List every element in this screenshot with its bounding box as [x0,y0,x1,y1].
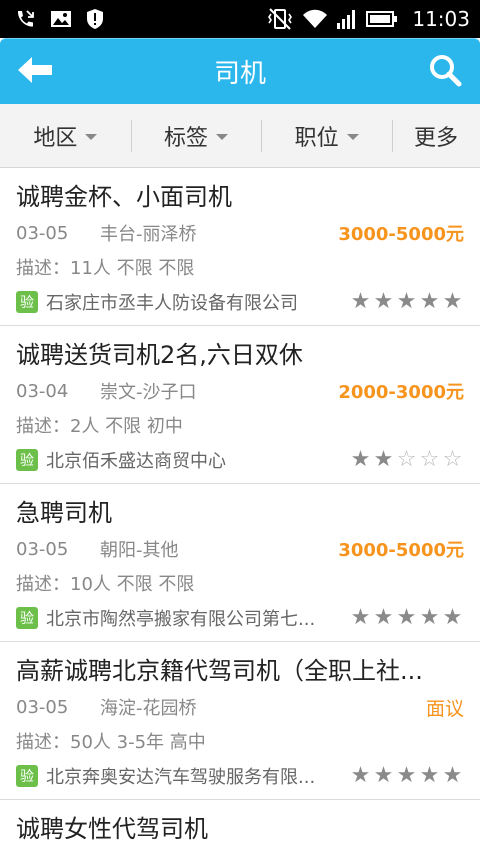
job-location: 朝阳-其他 [100,540,179,561]
page-title: 司机 [213,59,266,89]
filter-bar: 地区 标签 职位 更多 [0,104,480,168]
post-date: 03-05 [16,696,69,718]
rating-stars: ★ ★ ★ ★ ★ [349,765,464,787]
job-salary: 面议 [425,697,464,720]
phone-missed-icon [14,8,36,30]
job-location: 海淀-花园桥 [100,698,197,719]
job-title: 诚聘金杯、小面司机 [16,183,232,211]
job-item[interactable]: 急聘司机 03-05 朝阳-其他 3000-5000元 描述：10人 不限 不限… [0,484,480,642]
filter-label: 地区 [33,125,78,151]
battery-icon [366,9,398,29]
star-filled-icon: ★ [419,763,440,788]
vibrate-off-icon [266,7,294,31]
job-title: 高薪诚聘北京籍代驾司机（全职上社... [16,657,423,685]
app-header: 司机 [0,38,480,104]
filter-position[interactable]: 职位 [261,104,392,168]
star-filled-icon: ★ [396,605,417,630]
star-filled-icon: ★ [396,763,417,788]
verified-badge: 验 [16,765,38,787]
post-date: 03-04 [16,380,69,402]
search-button[interactable] [410,39,480,105]
star-empty-icon: ☆ [442,447,463,472]
filter-region[interactable]: 地区 [0,104,131,168]
company-name: 北京市陶然亭搬家有限公司第七... [46,609,316,630]
company-name: 石家庄市丞丰人防设备有限公司 [46,293,298,314]
status-bar: 11:03 [0,0,480,38]
verified-badge: 验 [16,291,38,313]
back-button[interactable] [0,39,70,105]
star-filled-icon: ★ [396,289,417,314]
filter-more[interactable]: 更多 [392,104,480,168]
job-title: 急聘司机 [16,499,112,527]
arrow-left-icon [16,55,54,89]
job-title: 诚聘女性代驾司机 [16,815,208,843]
star-filled-icon: ★ [373,289,394,314]
image-icon [50,9,72,29]
verified-badge: 验 [16,607,38,629]
search-icon [428,53,462,91]
rating-stars: ★ ★ ☆ ☆ ☆ [349,449,464,471]
verified-badge: 验 [16,449,38,471]
star-empty-icon: ☆ [419,447,440,472]
star-empty-icon: ☆ [396,447,417,472]
job-list: 诚聘金杯、小面司机 03-05 丰台-丽泽桥 3000-5000元 描述：11人… [0,168,480,854]
post-date: 03-05 [16,538,69,560]
job-item[interactable]: 诚聘女性代驾司机 [0,800,480,854]
rating-stars: ★ ★ ★ ★ ★ [349,607,464,629]
star-filled-icon: ★ [419,605,440,630]
caret-down-icon [216,133,229,140]
star-filled-icon: ★ [350,447,371,472]
job-item[interactable]: 诚聘送货司机2名,六日双休 03-04 崇文-沙子口 2000-3000元 描述… [0,326,480,484]
job-description: 描述：50人 3-5年 高中 [16,732,206,753]
star-filled-icon: ★ [419,289,440,314]
job-salary: 2000-3000元 [338,382,464,403]
filter-label: 更多 [414,125,459,151]
job-description: 描述：2人 不限 初中 [16,416,183,437]
post-date: 03-05 [16,222,69,244]
filter-tags[interactable]: 标签 [130,104,262,168]
star-filled-icon: ★ [350,289,371,314]
caret-down-icon [85,133,98,140]
shield-icon [86,8,104,30]
job-description: 描述：11人 不限 不限 [16,258,195,279]
job-salary: 3000-5000元 [338,224,464,245]
job-salary: 3000-5000元 [338,540,464,561]
star-filled-icon: ★ [373,763,394,788]
filter-label: 职位 [294,125,339,151]
signal-icon [336,8,358,30]
job-title: 诚聘送货司机2名,六日双休 [16,341,303,369]
job-location: 崇文-沙子口 [100,382,197,403]
company-name: 北京佰禾盛达商贸中心 [46,451,226,472]
job-item[interactable]: 诚聘金杯、小面司机 03-05 丰台-丽泽桥 3000-5000元 描述：11人… [0,168,480,326]
job-location: 丰台-丽泽桥 [100,224,197,245]
company-name: 北京奔奥安达汽车驾驶服务有限... [46,767,316,788]
caret-down-icon [346,133,359,140]
star-filled-icon: ★ [373,605,394,630]
clock: 11:03 [412,7,470,31]
star-filled-icon: ★ [373,447,394,472]
job-item[interactable]: 高薪诚聘北京籍代驾司机（全职上社... 03-05 海淀-花园桥 面议 描述：5… [0,642,480,800]
job-description: 描述：10人 不限 不限 [16,574,195,595]
star-filled-icon: ★ [350,763,371,788]
star-filled-icon: ★ [442,289,463,314]
star-filled-icon: ★ [350,605,371,630]
star-filled-icon: ★ [442,605,463,630]
wifi-icon [302,8,328,30]
filter-label: 标签 [164,125,209,151]
rating-stars: ★ ★ ★ ★ ★ [349,291,464,313]
star-filled-icon: ★ [442,763,463,788]
